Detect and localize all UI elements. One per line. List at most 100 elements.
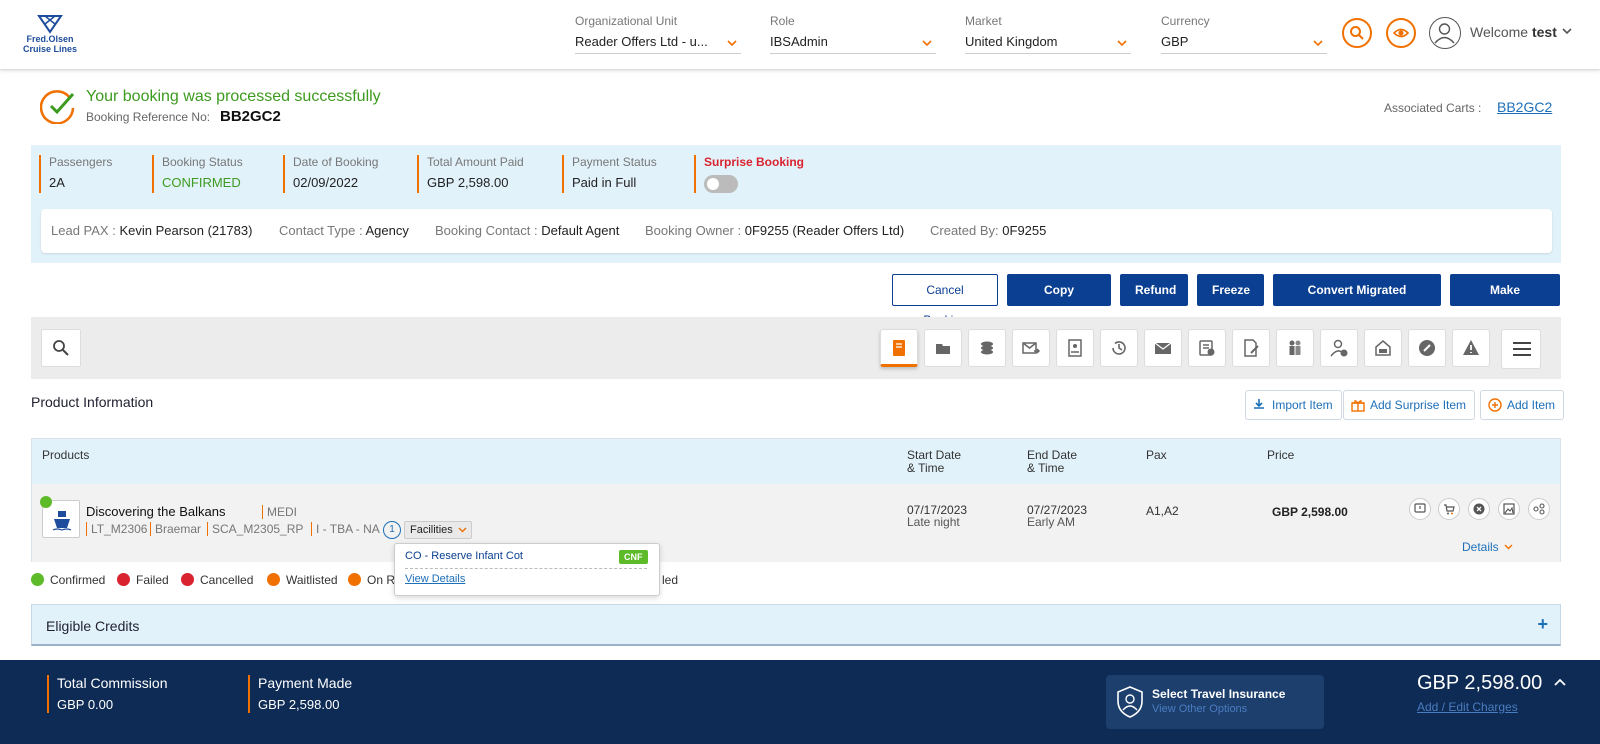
welcome-menu[interactable]: Welcome test	[1470, 24, 1557, 40]
contact-type-label: Contact Type :	[279, 223, 363, 238]
end-time: Early AM	[1027, 515, 1076, 529]
role-value[interactable]: IBSAdmin	[770, 32, 936, 54]
end-date-cell: 07/27/2023 Early AM	[1027, 504, 1087, 528]
people-icon	[1289, 340, 1301, 355]
associated-cart-link[interactable]: BB2GC2	[1497, 99, 1552, 115]
legend-failed-label: Failed	[136, 573, 169, 587]
booking-ref-value: BB2GC2	[220, 108, 281, 125]
search-icon	[53, 340, 69, 356]
surprise-label: Surprise Booking	[704, 155, 805, 169]
share-action[interactable]	[1528, 498, 1550, 520]
booking-toolbar	[31, 317, 1561, 379]
start-time: Late night	[907, 515, 960, 529]
booking-contact-label: Booking Contact :	[435, 223, 538, 238]
lead-pax: Lead PAX : Kevin Pearson (21783)	[51, 223, 252, 238]
agent-tool[interactable]	[1320, 329, 1358, 367]
history-tool[interactable]	[1100, 329, 1138, 367]
view-details-link[interactable]: View Details	[405, 573, 465, 585]
surprise-toggle[interactable]	[704, 175, 738, 193]
header-search-button[interactable]	[1342, 18, 1372, 48]
chevron-down-icon[interactable]	[1562, 28, 1572, 34]
grand-total: GBP 2,598.00	[1417, 672, 1543, 694]
import-item-button[interactable]: Import Item	[1245, 390, 1342, 420]
product-meta-rate: SCA_M2305_RP	[207, 522, 304, 536]
product-info-title: Product Information	[31, 394, 154, 410]
currency-select[interactable]: Currency GBP	[1161, 14, 1327, 54]
currency-value[interactable]: GBP	[1161, 32, 1327, 54]
logo-text-line2: Cruise Lines	[22, 44, 78, 54]
col-end-line2: & Time	[1027, 461, 1065, 475]
add-surprise-item-button[interactable]: Add Surprise Item	[1343, 390, 1476, 420]
view-other-options-link[interactable]: View Other Options	[1152, 703, 1247, 715]
market-value[interactable]: United Kingdom	[965, 32, 1131, 54]
summary-surprise: Surprise Booking	[694, 155, 804, 193]
meta-voyage: LT_M2306	[86, 522, 148, 536]
cart-action[interactable]	[1438, 498, 1460, 520]
facilities-popup: CO - Reserve Infant Cot CNF View Details	[394, 543, 660, 596]
insurance-title: Select Travel Insurance	[1152, 687, 1286, 701]
details-label: Details	[1462, 540, 1499, 554]
legend-confirmed-label: Confirmed	[50, 573, 106, 587]
org-unit-value[interactable]: Reader Offers Ltd - u...	[575, 32, 741, 54]
finance-tool[interactable]	[1364, 329, 1402, 367]
more-menu-button[interactable]	[1501, 329, 1541, 369]
booking-owner: Booking Owner : 0F9255 (Reader Offers Lt…	[645, 223, 904, 238]
facilities-count-badge: 1	[383, 521, 401, 539]
facility-item[interactable]: CO - Reserve Infant Cot	[405, 550, 523, 562]
market-select[interactable]: Market United Kingdom	[965, 14, 1131, 54]
email-tool[interactable]	[1144, 329, 1182, 367]
logo-mark-icon	[37, 15, 63, 34]
view-toggle-button[interactable]	[1386, 18, 1416, 48]
user-avatar-icon[interactable]	[1429, 17, 1461, 49]
payment-status-label: Payment Status	[572, 155, 657, 169]
legend-on-request-label: On R	[367, 573, 396, 587]
copy-booking-button[interactable]: Copy Booking	[1007, 274, 1111, 327]
booking-summary-tool[interactable]	[880, 329, 918, 367]
welcome-prefix: Welcome	[1470, 24, 1529, 40]
chevron-up-icon[interactable]	[1554, 678, 1566, 686]
travel-insurance-card[interactable]: Select Travel Insurance View Other Optio…	[1106, 675, 1324, 729]
role-select[interactable]: Role IBSAdmin	[770, 14, 936, 54]
documents-tool[interactable]	[924, 329, 962, 367]
import-item-label: Import Item	[1272, 398, 1333, 412]
contact-bar: Lead PAX : Kevin Pearson (21783) Contact…	[41, 209, 1552, 253]
eligible-credits-accordion[interactable]: Eligible Credits +	[31, 604, 1561, 646]
payments-tool[interactable]	[968, 329, 1006, 367]
cancel-item-action[interactable]	[1468, 498, 1490, 520]
notes-tool[interactable]	[1232, 329, 1270, 367]
add-item-button[interactable]: Add Item	[1480, 390, 1565, 420]
lead-pax-value: Kevin Pearson (21783)	[119, 223, 253, 238]
alerts-tool[interactable]	[1452, 329, 1490, 367]
chevron-down-icon	[1117, 40, 1127, 46]
attachments-tool[interactable]	[1408, 329, 1446, 367]
expand-plus-icon[interactable]: +	[1537, 614, 1548, 635]
toolbar-search-button[interactable]	[41, 329, 81, 367]
cancel-booking-button[interactable]: Cancel Booking	[892, 274, 998, 327]
image-action[interactable]	[1498, 498, 1520, 520]
edit-document-icon	[1244, 339, 1259, 357]
checklist-icon	[1199, 340, 1215, 356]
freeze-button[interactable]: Freeze	[1197, 274, 1264, 306]
info-action[interactable]	[1409, 498, 1431, 520]
brand-logo[interactable]: Fred.Olsen Cruise Lines	[18, 14, 82, 58]
org-unit-select[interactable]: Organizational Unit Reader Offers Ltd - …	[575, 14, 741, 54]
meta-rate: SCA_M2305_RP	[207, 522, 304, 536]
facilities-dropdown[interactable]: Facilities	[404, 521, 472, 539]
confirmed-status-icon	[40, 496, 52, 508]
date-value: 02/09/2022	[293, 175, 359, 190]
add-edit-charges-link[interactable]: Add / Edit Charges	[1417, 700, 1518, 714]
col-pax: Pax	[1146, 448, 1167, 462]
make-payment-button[interactable]: Make Payment	[1450, 274, 1560, 327]
legend-cancelled-label: Cancelled	[200, 573, 254, 587]
summary-payment-status: Payment Status Paid in Full	[562, 155, 657, 193]
profile-tool[interactable]	[1056, 329, 1094, 367]
convert-migrated-booking-button[interactable]: Convert Migrated Booking	[1273, 274, 1441, 327]
passengers-tool[interactable]	[1276, 329, 1314, 367]
cancel-icon	[181, 573, 194, 586]
send-message-tool[interactable]	[1012, 329, 1050, 367]
refund-button[interactable]: Refund	[1120, 274, 1188, 306]
product-code: MEDI	[262, 505, 297, 519]
success-check-icon	[40, 90, 75, 124]
checklist-tool[interactable]	[1188, 329, 1226, 367]
details-toggle[interactable]: Details	[1462, 540, 1513, 554]
